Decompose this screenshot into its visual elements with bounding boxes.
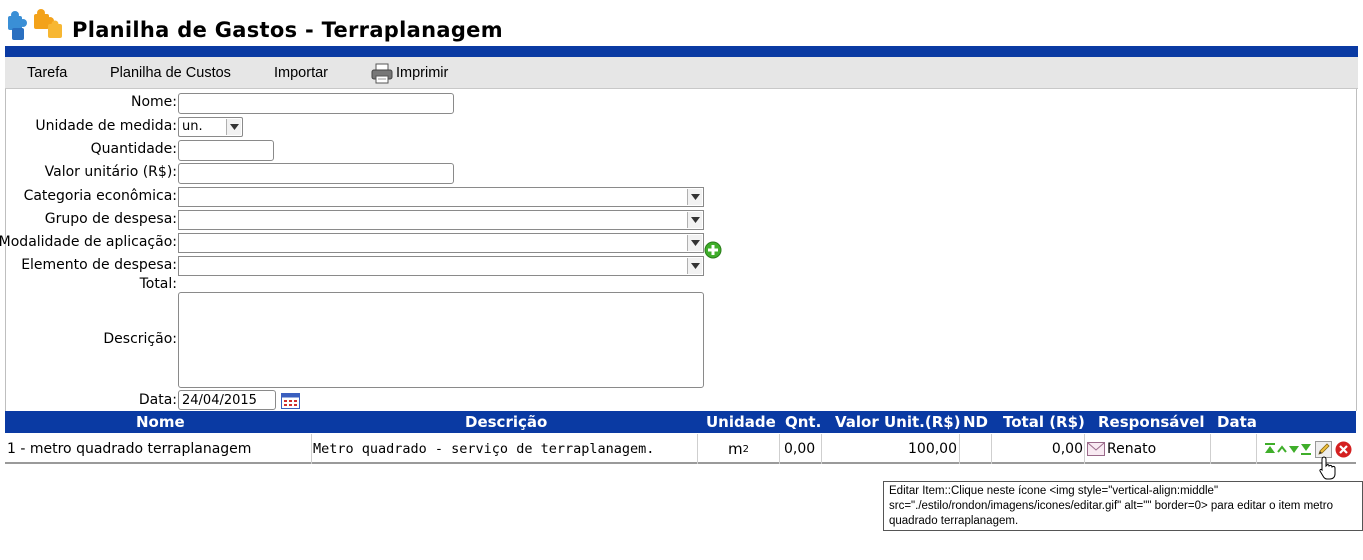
cell-nd [960,434,992,464]
menu-imprimir[interactable]: Imprimir [396,65,448,81]
hand-cursor-icon [1319,456,1336,480]
edit-icon[interactable] [1315,440,1332,458]
move-to-bottom-icon[interactable] [1300,443,1312,455]
chevron-down-icon [226,119,241,135]
cell-descricao: Metro quadrado - serviço de terraplanage… [312,434,698,464]
menu-planilha-de-custos[interactable]: Planilha de Custos [110,65,231,81]
tooltip: Editar Item::Clique neste ícone <img sty… [883,481,1363,531]
header-divider [5,46,1358,57]
label-grupo: Grupo de despesa: [44,211,177,227]
unidade-select-value: un. [182,119,203,134]
unidade-text: m [728,440,743,458]
envelope-icon[interactable] [1087,442,1105,456]
chevron-down-icon [687,235,702,251]
col-unidade: Unidade [706,413,776,431]
menu-tarefa[interactable]: Tarefa [27,65,67,81]
col-valor-unit: Valor Unit.(R$) [835,413,961,431]
unidade-sup: 2 [742,443,749,455]
table-row: 1 - metro quadrado terraplanagem Metro q… [5,434,1356,464]
responsavel-name[interactable]: Renato [1107,441,1156,457]
label-total: Total: [139,276,177,292]
cell-responsavel: Renato [1085,434,1211,464]
grupo-select[interactable] [178,210,704,230]
col-data: Data [1217,413,1257,431]
label-unidade: Unidade de medida: [35,118,177,134]
data-input[interactable] [178,390,276,410]
cell-nome: 1 - metro quadrado terraplanagem [5,434,312,464]
cell-valor-unit: 100,00 [822,434,960,464]
col-responsavel: Responsável [1098,413,1205,431]
quantidade-input[interactable] [178,140,274,161]
label-quantidade: Quantidade: [90,141,177,157]
label-nome: Nome: [130,94,177,110]
elemento-select[interactable] [178,256,704,276]
col-descricao: Descrição [465,413,548,431]
page-header: Planilha de Gastos - Terraplanagem [0,0,1363,46]
cell-data [1211,434,1257,464]
nome-input[interactable] [178,93,454,114]
chevron-down-icon [687,258,702,274]
col-qnt: Qnt. [785,413,822,431]
printer-icon[interactable] [371,62,393,84]
label-modalidade: Modalidade de aplicação: [0,234,177,250]
menu-importar[interactable]: Importar [274,65,328,81]
chevron-down-icon [687,189,702,205]
add-icon[interactable] [704,241,722,259]
cell-total: 0,00 [992,434,1085,464]
table-header: Nome Descrição Unidade Qnt. Valor Unit.(… [5,411,1356,433]
label-elemento: Elemento de despesa: [21,257,177,273]
delete-icon[interactable] [1335,441,1352,458]
descricao-textarea[interactable] [178,292,704,388]
calendar-icon[interactable] [281,393,300,409]
puzzle-logo-icon [8,9,62,40]
modalidade-select[interactable] [178,233,704,253]
chevron-down-icon [687,212,702,228]
label-descricao: Descrição: [103,331,177,347]
valor-unitario-input[interactable] [178,163,454,184]
col-nd: ND [963,413,989,431]
menu-bar: Tarefa Planilha de Custos Importar Impri… [5,57,1358,89]
label-data: Data: [138,392,177,408]
categoria-select[interactable] [178,187,704,207]
unidade-select[interactable]: un. [178,117,243,137]
col-total: Total (R$) [1003,413,1085,431]
cell-unidade: m2 [698,434,780,464]
move-down-icon[interactable] [1288,443,1300,455]
col-nome: Nome [136,413,185,431]
cell-actions [1257,434,1356,464]
move-up-icon[interactable] [1276,443,1288,455]
page-title: Planilha de Gastos - Terraplanagem [72,18,503,42]
move-to-top-icon[interactable] [1264,443,1276,455]
cell-qnt: 0,00 [780,434,822,464]
label-valor-unitario: Valor unitário (R$): [44,164,177,180]
label-categoria: Categoria econômica: [23,188,177,204]
